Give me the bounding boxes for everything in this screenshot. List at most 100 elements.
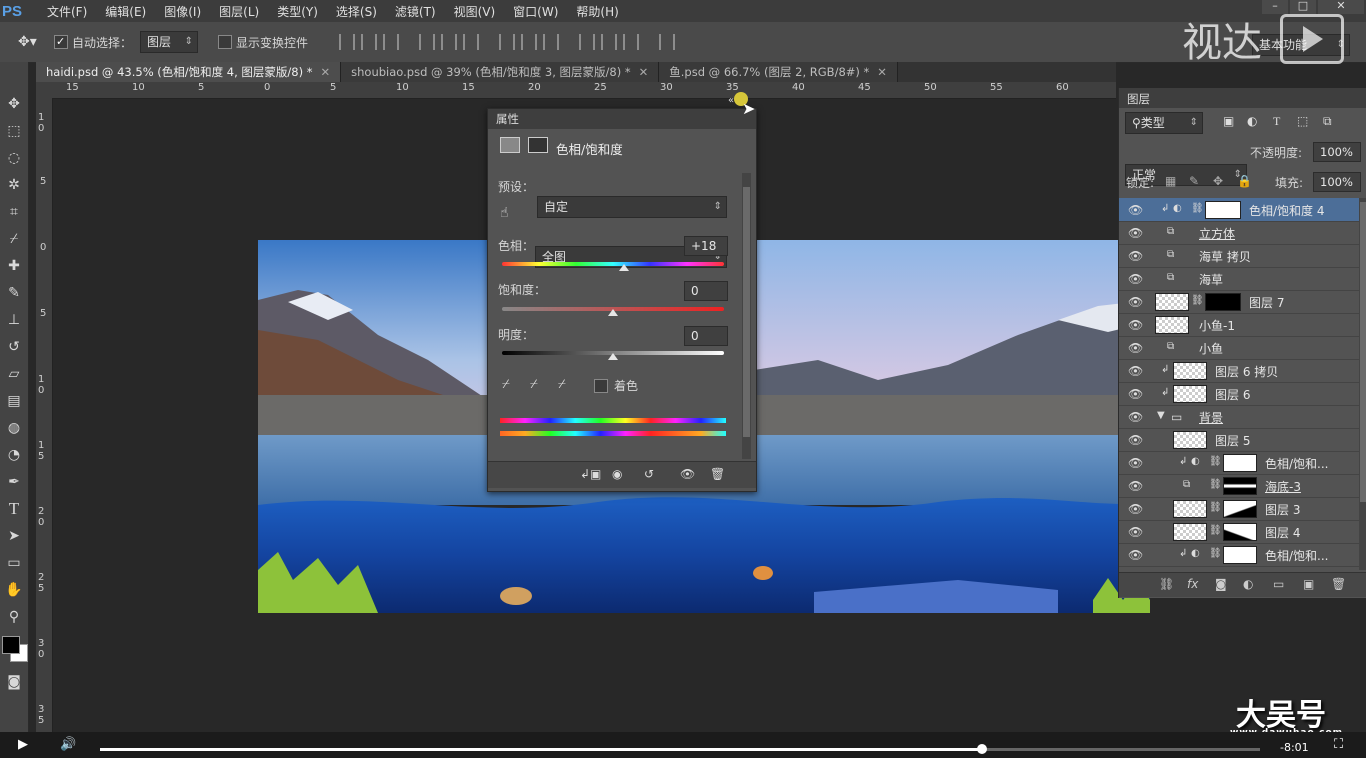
lock-transparent-icon[interactable]: ▦ xyxy=(1165,174,1176,188)
reset-icon[interactable]: ↺ xyxy=(644,467,654,481)
distribute-top-icon[interactable] xyxy=(499,34,516,50)
close-icon[interactable]: ✕ xyxy=(877,65,887,79)
new-adjustment-icon[interactable]: ◐ xyxy=(1243,577,1253,591)
eyedropper-icon[interactable]: ⌿ xyxy=(502,377,510,392)
minimize-button[interactable]: – xyxy=(1262,0,1288,14)
filter-pixel-icon[interactable]: ▣ xyxy=(1223,114,1234,128)
menu-help[interactable]: 帮助(H) xyxy=(567,3,627,20)
menu-layer[interactable]: 图层(L) xyxy=(210,3,268,20)
add-mask-icon[interactable]: ◙ xyxy=(1215,577,1227,591)
path-selection-tool-icon[interactable]: ➤ xyxy=(0,522,28,549)
lightness-slider-thumb[interactable] xyxy=(608,353,618,360)
brush-tool-icon[interactable]: ✎ xyxy=(0,279,28,306)
video-progress-knob[interactable] xyxy=(976,744,987,754)
clone-stamp-tool-icon[interactable]: ⊥ xyxy=(0,306,28,333)
visibility-eye-icon[interactable]: 👁 xyxy=(1128,226,1143,240)
history-brush-tool-icon[interactable]: ↺ xyxy=(0,333,28,360)
hue-slider-track[interactable] xyxy=(502,262,724,266)
opacity-input[interactable]: 100% xyxy=(1313,142,1361,162)
gradient-tool-icon[interactable]: ▤ xyxy=(0,387,28,414)
hand-tool-icon[interactable]: ✋ xyxy=(0,576,28,603)
visibility-eye-icon[interactable]: 👁 xyxy=(1128,525,1143,539)
fx-icon[interactable]: fx xyxy=(1187,577,1198,591)
align-bottom-icon[interactable] xyxy=(383,34,400,50)
visibility-eye-icon[interactable]: 👁 xyxy=(1128,387,1143,401)
menu-image[interactable]: 图像(I) xyxy=(155,3,210,20)
visibility-eye-icon[interactable]: 👁 xyxy=(1128,410,1143,424)
menu-edit[interactable]: 编辑(E) xyxy=(96,3,155,20)
layer-row[interactable]: 👁 ⧉ ⛓ 海底-3 xyxy=(1119,474,1359,498)
marquee-tool-icon[interactable]: ⬚ xyxy=(0,117,28,144)
layer-row[interactable]: 👁 图层 5 xyxy=(1119,428,1359,452)
eyedropper-minus-icon[interactable]: ⌿ xyxy=(558,377,566,392)
magic-wand-tool-icon[interactable]: ✲ xyxy=(0,171,28,198)
show-transform-checkbox[interactable] xyxy=(218,35,233,49)
filter-shape-icon[interactable]: ⬚ xyxy=(1297,114,1308,128)
layer-row[interactable]: 👁 ⛓ 图层 7 xyxy=(1119,290,1359,314)
crop-tool-icon[interactable]: ⌗ xyxy=(0,198,28,225)
menu-type[interactable]: 类型(Y) xyxy=(268,3,327,20)
close-window-button[interactable]: ✕ xyxy=(1318,0,1364,14)
volume-icon[interactable]: 🔊 xyxy=(60,737,76,752)
eyedropper-tool-icon[interactable]: ⌿ xyxy=(0,225,28,252)
auto-select-target-select[interactable]: 图层 xyxy=(140,31,199,53)
align-hcenter-icon[interactable] xyxy=(441,34,458,50)
saturation-slider-thumb[interactable] xyxy=(608,309,618,316)
expand-arrow-icon[interactable]: ▼ xyxy=(1157,410,1165,421)
layer-row[interactable]: 👁 ↲ ◐ ⛓ 色相/饱和... xyxy=(1119,543,1359,567)
link-layers-icon[interactable]: ⛓ xyxy=(1159,577,1174,591)
layer-row[interactable]: 👁 ↲ 图层 6 拷贝 xyxy=(1119,359,1359,383)
menu-view[interactable]: 视图(V) xyxy=(445,3,505,20)
zoom-tool-icon[interactable]: ⚲ xyxy=(0,603,28,630)
delete-icon[interactable]: 🗑 xyxy=(710,467,725,481)
properties-scrollbar[interactable] xyxy=(742,173,751,459)
saturation-input[interactable]: 0 xyxy=(684,281,728,301)
tab-haidi[interactable]: haidi.psd @ 43.5% (色相/饱和度 4, 图层蒙版/8) * ✕ xyxy=(36,62,342,82)
layers-scrollbar[interactable] xyxy=(1359,198,1366,570)
tab-fish[interactable]: 鱼.psd @ 66.7% (图层 2, RGB/8#) * ✕ xyxy=(659,62,898,82)
visibility-eye-icon[interactable]: 👁 xyxy=(1128,295,1143,309)
tab-shoubiao[interactable]: shoubiao.psd @ 39% (色相/饱和度 3, 图层蒙版/8) * ✕ xyxy=(341,62,660,82)
align-top-icon[interactable] xyxy=(339,34,356,50)
align-left-icon[interactable] xyxy=(419,34,436,50)
layer-row[interactable]: 👁 ⛓ 图层 4 xyxy=(1119,520,1359,544)
visibility-eye-icon[interactable]: 👁 xyxy=(1128,318,1143,332)
move-tool-icon[interactable]: ✥ xyxy=(0,90,28,117)
layer-mask-icon[interactable] xyxy=(528,137,548,153)
layer-row[interactable]: 👁 ↲ ◐ ⛓ 色相/饱和... xyxy=(1119,451,1359,475)
close-icon[interactable]: ✕ xyxy=(639,65,649,79)
hue-slider-thumb[interactable] xyxy=(619,264,630,271)
eraser-tool-icon[interactable]: ▱ xyxy=(0,360,28,387)
close-icon[interactable]: ✕ xyxy=(321,65,331,79)
lock-position-icon[interactable]: ✥ xyxy=(1213,174,1223,188)
distribute-right-icon[interactable] xyxy=(623,34,640,50)
distribute-left-icon[interactable] xyxy=(579,34,596,50)
maximize-button[interactable]: □ xyxy=(1290,0,1316,14)
visibility-eye-icon[interactable]: 👁 xyxy=(1128,479,1143,493)
visibility-eye-icon[interactable]: 👁 xyxy=(1128,364,1143,378)
fullscreen-icon[interactable]: ⛶ xyxy=(1334,737,1343,752)
type-tool-icon[interactable]: T xyxy=(0,495,28,522)
auto-select-checkbox[interactable] xyxy=(54,35,68,49)
layer-filter-select[interactable]: ⚲类型 xyxy=(1125,112,1203,134)
layer-row[interactable]: 👁 ⧉ 海草 拷贝 xyxy=(1119,244,1359,268)
filter-adjustment-icon[interactable]: ◐ xyxy=(1247,114,1257,128)
colorize-checkbox[interactable] xyxy=(594,379,608,393)
layer-row[interactable]: 👁 ⧉ 海草 xyxy=(1119,267,1359,291)
visibility-eye-icon[interactable]: 👁 xyxy=(1128,341,1143,355)
foreground-color-swatch[interactable] xyxy=(2,636,20,654)
visibility-eye-icon[interactable]: 👁 xyxy=(1128,456,1143,470)
preset-select[interactable]: 自定 xyxy=(537,196,727,218)
fill-input[interactable]: 100% xyxy=(1313,172,1361,192)
lasso-tool-icon[interactable]: ◌ xyxy=(0,144,28,171)
lock-pixels-icon[interactable]: ✎ xyxy=(1189,174,1199,188)
dodge-tool-icon[interactable]: ◔ xyxy=(0,441,28,468)
auto-align-icon[interactable] xyxy=(659,34,676,50)
blur-tool-icon[interactable]: ◍ xyxy=(0,414,28,441)
filter-smartobject-icon[interactable]: ⧉ xyxy=(1323,114,1332,129)
clip-to-layer-icon[interactable]: ↲▣ xyxy=(580,467,601,481)
menu-file[interactable]: 文件(F) xyxy=(38,3,96,20)
align-vcenter-icon[interactable] xyxy=(361,34,378,50)
new-group-icon[interactable]: ▭ xyxy=(1273,577,1284,591)
align-right-icon[interactable] xyxy=(463,34,480,50)
